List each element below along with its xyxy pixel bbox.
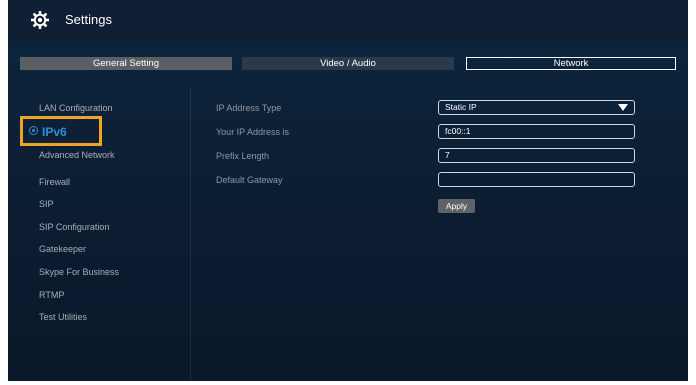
sidebar-item-ipv6[interactable]: IPv6: [29, 126, 67, 138]
prefix-length-field[interactable]: 7: [438, 148, 635, 163]
sidebar-item-label: IPv6: [42, 125, 67, 139]
settings-screen: Settings General Setting Video / Audio N…: [8, 0, 688, 381]
ip-address-label: Your IP Address is: [216, 127, 290, 137]
chevron-down-icon: [618, 104, 628, 111]
default-gateway-label: Default Gateway: [216, 175, 283, 185]
ip-address-type-value: Static IP: [445, 102, 477, 112]
ip-address-type-dropdown[interactable]: Static IP: [438, 100, 635, 115]
gear-icon: [30, 10, 50, 30]
tab-video-audio[interactable]: Video / Audio: [242, 57, 454, 70]
ip-address-field[interactable]: fc00::1: [438, 124, 635, 139]
ip-address-type-label: IP Address Type: [216, 103, 282, 113]
sidebar-item-lan-configuration[interactable]: LAN Configuration: [39, 102, 113, 114]
apply-button[interactable]: Apply: [438, 199, 475, 213]
sidebar-item-skype-for-business[interactable]: Skype For Business: [39, 266, 119, 278]
sidebar-item-gatekeeper[interactable]: Gatekeeper: [39, 243, 86, 255]
radio-dot-icon: [29, 126, 38, 135]
sidebar-item-firewall[interactable]: Firewall: [39, 176, 70, 188]
default-gateway-field[interactable]: [438, 172, 635, 187]
page-title: Settings: [65, 12, 112, 27]
title-bar: Settings: [8, 0, 688, 41]
sidebar-item-rtmp[interactable]: RTMP: [39, 289, 64, 301]
sidebar-item-sip[interactable]: SIP: [39, 198, 54, 210]
tab-general-setting[interactable]: General Setting: [20, 57, 232, 70]
sidebar-item-advanced-network[interactable]: Advanced Network: [39, 149, 115, 161]
tab-network[interactable]: Network: [466, 57, 676, 70]
sidebar-item-test-utilities[interactable]: Test Utilities: [39, 311, 87, 323]
sidebar-item-sip-configuration[interactable]: SIP Configuration: [39, 221, 109, 233]
prefix-length-label: Prefix Length: [216, 151, 270, 161]
